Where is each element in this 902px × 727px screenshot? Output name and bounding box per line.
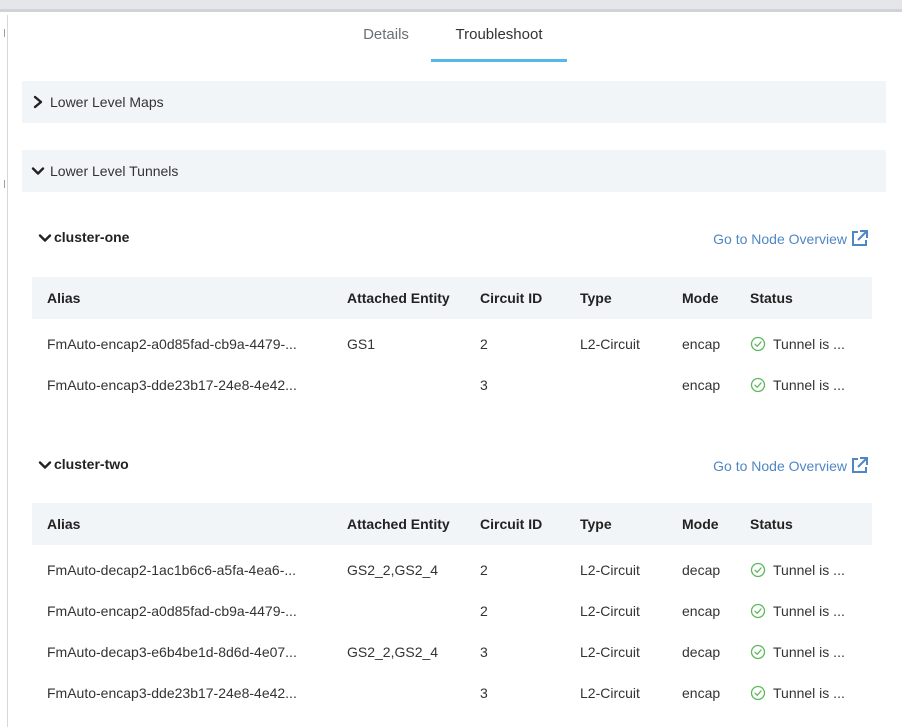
- cell-alias: FmAuto-encap2-a0d85fad-cb9a-4479-...: [47, 603, 297, 619]
- table-row[interactable]: FmAuto-encap3-dde23b17-24e8-4e42... 3 en…: [32, 366, 872, 404]
- check-circle-icon: [750, 685, 766, 701]
- section-label: Lower Level Maps: [50, 94, 164, 110]
- tab-troubleshoot[interactable]: Troubleshoot: [431, 22, 567, 60]
- cell-alias: FmAuto-encap3-dde23b17-24e8-4e42...: [47, 377, 297, 393]
- cell-alias: FmAuto-encap3-dde23b17-24e8-4e42...: [47, 685, 297, 701]
- cluster-toggle-cluster-two[interactable]: cluster-two: [38, 456, 129, 472]
- section-lower-level-maps[interactable]: Lower Level Maps: [22, 81, 886, 123]
- cell-mode: encap: [682, 603, 721, 619]
- section-lower-level-tunnels[interactable]: Lower Level Tunnels: [22, 150, 886, 192]
- external-link-icon: [852, 230, 868, 246]
- tab-details[interactable]: Details: [356, 22, 416, 60]
- status-text: Tunnel is ...: [773, 644, 845, 660]
- cell-status: Tunnel is ...: [750, 633, 845, 671]
- section-label: Lower Level Tunnels: [50, 163, 179, 179]
- edge-tick: [4, 180, 5, 188]
- chevron-down-icon: [38, 231, 52, 243]
- cell-type: L2-Circuit: [580, 603, 640, 619]
- cell-circuit-id: 3: [480, 377, 488, 393]
- column-header-alias[interactable]: Alias: [47, 503, 80, 545]
- cell-attached-entity: GS2_2,GS2_4: [347, 562, 439, 578]
- cell-alias: FmAuto-decap2-1ac1b6c6-a5fa-4ea6-...: [47, 562, 297, 578]
- table-row[interactable]: FmAuto-encap2-a0d85fad-cb9a-4479-... GS1…: [32, 325, 872, 363]
- cell-status: Tunnel is ...: [750, 551, 845, 589]
- table-row[interactable]: FmAuto-encap2-a0d85fad-cb9a-4479-... 2 L…: [32, 592, 872, 630]
- cell-circuit-id: 2: [480, 336, 488, 352]
- table-header: Alias Attached Entity Circuit ID Type Mo…: [32, 277, 872, 319]
- cluster-name: cluster-two: [54, 456, 129, 472]
- check-circle-icon: [750, 644, 766, 660]
- chevron-down-icon: [31, 164, 45, 178]
- cell-attached-entity: GS2_2,GS2_4: [347, 644, 439, 660]
- status-text: Tunnel is ...: [773, 603, 845, 619]
- cluster-name: cluster-one: [54, 229, 130, 245]
- cell-alias: FmAuto-encap2-a0d85fad-cb9a-4479-...: [47, 336, 297, 352]
- column-header-type[interactable]: Type: [580, 503, 612, 545]
- column-header-circuit-id[interactable]: Circuit ID: [480, 503, 542, 545]
- check-circle-icon: [750, 562, 766, 578]
- cell-status: Tunnel is ...: [750, 592, 845, 630]
- column-header-mode[interactable]: Mode: [682, 503, 719, 545]
- column-header-alias[interactable]: Alias: [47, 277, 80, 319]
- column-header-attached-entity[interactable]: Attached Entity: [347, 277, 450, 319]
- active-tab-indicator: [431, 59, 567, 62]
- status-text: Tunnel is ...: [773, 562, 845, 578]
- window-top-bar: [0, 0, 902, 12]
- chevron-right-icon: [31, 95, 45, 109]
- column-header-attached-entity[interactable]: Attached Entity: [347, 503, 450, 545]
- cell-mode: decap: [682, 644, 721, 660]
- check-circle-icon: [750, 377, 766, 393]
- cell-type: L2-Circuit: [580, 336, 640, 352]
- column-header-status[interactable]: Status: [750, 503, 793, 545]
- cell-type: L2-Circuit: [580, 562, 640, 578]
- tab-bar: Details Troubleshoot: [0, 22, 902, 62]
- table-row[interactable]: FmAuto-decap2-1ac1b6c6-a5fa-4ea6-... GS2…: [32, 551, 872, 589]
- check-circle-icon: [750, 603, 766, 619]
- chevron-down-icon: [38, 458, 52, 470]
- cell-status: Tunnel is ...: [750, 674, 845, 712]
- cell-type: L2-Circuit: [580, 685, 640, 701]
- cell-mode: encap: [682, 377, 721, 393]
- status-text: Tunnel is ...: [773, 685, 845, 701]
- cell-mode: encap: [682, 685, 721, 701]
- cell-status: Tunnel is ...: [750, 366, 845, 404]
- cell-status: Tunnel is ...: [750, 325, 845, 363]
- table-row[interactable]: FmAuto-decap3-e6b4be1d-8d6d-4e07... GS2_…: [32, 633, 872, 671]
- status-text: Tunnel is ...: [773, 336, 845, 352]
- cell-type: L2-Circuit: [580, 644, 640, 660]
- external-link-icon: [852, 457, 868, 473]
- cell-circuit-id: 3: [480, 685, 488, 701]
- cluster-toggle-cluster-one[interactable]: cluster-one: [38, 229, 129, 245]
- cell-circuit-id: 3: [480, 644, 488, 660]
- column-header-mode[interactable]: Mode: [682, 277, 719, 319]
- left-panel-edge: [0, 15, 8, 727]
- go-to-node-overview-link[interactable]: Go to Node Overview: [713, 229, 869, 248]
- cell-alias: FmAuto-decap3-e6b4be1d-8d6d-4e07...: [47, 644, 297, 660]
- link-label: Go to Node Overview: [713, 230, 847, 247]
- cell-circuit-id: 2: [480, 562, 488, 578]
- table-row[interactable]: FmAuto-encap3-dde23b17-24e8-4e42... 3 L2…: [32, 674, 872, 712]
- column-header-circuit-id[interactable]: Circuit ID: [480, 277, 542, 319]
- cell-circuit-id: 2: [480, 603, 488, 619]
- table-header: Alias Attached Entity Circuit ID Type Mo…: [32, 503, 872, 545]
- column-header-type[interactable]: Type: [580, 277, 612, 319]
- cell-attached-entity: GS1: [347, 336, 376, 352]
- status-text: Tunnel is ...: [773, 377, 845, 393]
- link-label: Go to Node Overview: [713, 457, 847, 474]
- cell-mode: encap: [682, 336, 721, 352]
- column-header-status[interactable]: Status: [750, 277, 793, 319]
- cell-mode: decap: [682, 562, 721, 578]
- check-circle-icon: [750, 336, 766, 352]
- go-to-node-overview-link[interactable]: Go to Node Overview: [713, 456, 869, 475]
